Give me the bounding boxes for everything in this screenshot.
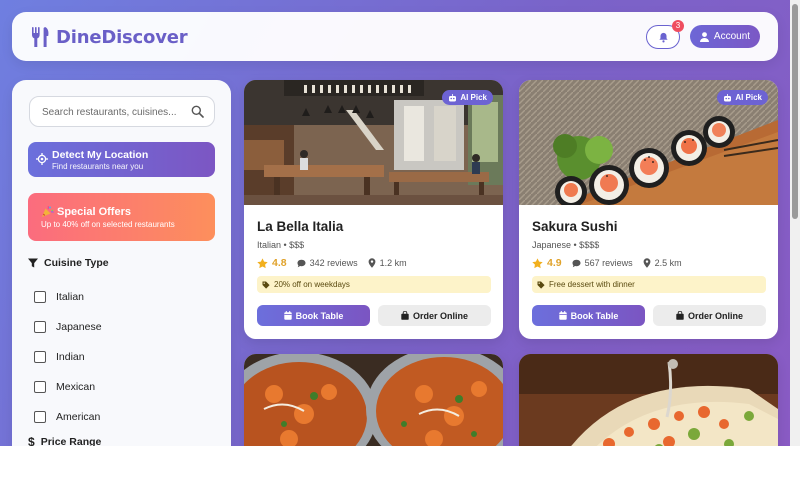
restaurant-photo bbox=[244, 354, 503, 446]
rating-value: 4.9 bbox=[547, 257, 562, 269]
brand-name: DineDiscover bbox=[56, 26, 188, 48]
shopping-bag-icon bbox=[676, 311, 684, 320]
deal-banner: Free dessert with dinner bbox=[532, 276, 766, 293]
star-icon bbox=[532, 257, 543, 268]
cuisine-option-mexican[interactable]: Mexican bbox=[34, 372, 102, 402]
order-online-button[interactable]: Order Online bbox=[653, 305, 766, 326]
restaurant-meta: 4.8 342 reviews 1.2 km bbox=[257, 256, 407, 270]
cuisine-option-label: American bbox=[56, 411, 101, 423]
restaurant-card[interactable] bbox=[519, 354, 778, 446]
restaurant-meta: 4.9 567 reviews 2.5 km bbox=[532, 256, 682, 270]
search-icon[interactable] bbox=[191, 105, 204, 118]
ai-pick-badge: AI Pick bbox=[442, 90, 493, 105]
restaurant-cuisine-price: Italian • $$$ bbox=[257, 240, 305, 250]
utensils-icon bbox=[32, 27, 49, 47]
book-table-button[interactable]: Book Table bbox=[257, 305, 370, 326]
shopping-bag-icon bbox=[401, 311, 409, 320]
restaurant-card[interactable]: AI Pick Sakura Sushi Japanese • $$$$ 4.9… bbox=[519, 80, 778, 339]
search-input[interactable] bbox=[42, 104, 192, 120]
checkbox[interactable] bbox=[34, 381, 46, 393]
special-offers-subtitle: Up to 40% off on selected restaurants bbox=[41, 220, 175, 229]
book-table-button[interactable]: Book Table bbox=[532, 305, 645, 326]
calendar-icon bbox=[283, 311, 292, 320]
price-range-label: Price Range bbox=[40, 436, 102, 446]
cuisine-option-label: Indian bbox=[56, 351, 85, 363]
restaurant-photo bbox=[519, 354, 778, 446]
order-online-label: Order Online bbox=[687, 310, 743, 321]
crosshair-icon bbox=[36, 153, 48, 165]
cuisine-type-heading: Cuisine Type bbox=[28, 256, 109, 270]
cuisine-option-indian[interactable]: Indian bbox=[34, 342, 102, 372]
notification-count-badge: 3 bbox=[672, 20, 684, 32]
detect-location-button[interactable]: Detect My Location Find restaurants near… bbox=[28, 142, 215, 177]
account-button[interactable]: Account bbox=[690, 25, 760, 48]
cuisine-option-label: Mexican bbox=[56, 381, 96, 393]
brand[interactable]: DineDiscover bbox=[30, 24, 188, 50]
cuisine-type-label: Cuisine Type bbox=[44, 257, 109, 269]
filter-icon bbox=[28, 258, 38, 268]
order-online-button[interactable]: Order Online bbox=[378, 305, 491, 326]
restaurant-card[interactable] bbox=[244, 354, 503, 446]
detect-location-subtitle: Find restaurants near you bbox=[52, 162, 144, 171]
tag-icon bbox=[262, 281, 270, 289]
calendar-icon bbox=[558, 311, 567, 320]
dollar-icon: $ bbox=[28, 435, 35, 446]
user-icon bbox=[699, 31, 709, 42]
cuisine-option-label: Japanese bbox=[56, 321, 102, 333]
scrollbar-thumb[interactable] bbox=[792, 4, 798, 219]
notifications-button[interactable]: 3 bbox=[646, 20, 684, 49]
distance: 1.2 km bbox=[379, 258, 407, 268]
robot-icon bbox=[449, 93, 457, 101]
filter-sidebar: Detect My Location Find restaurants near… bbox=[12, 80, 231, 446]
restaurant-name[interactable]: La Bella Italia bbox=[257, 219, 343, 234]
app-background: DineDiscover 3 Account Search restaurant… bbox=[0, 0, 790, 446]
checkbox[interactable] bbox=[34, 411, 46, 423]
cuisine-checkbox-list: Italian Japanese Indian Mexican American bbox=[34, 282, 102, 432]
checkbox[interactable] bbox=[34, 321, 46, 333]
party-popper-icon bbox=[42, 205, 54, 217]
restaurant-card[interactable]: AI Pick La Bella Italia Italian • $$$ 4.… bbox=[244, 80, 503, 339]
rating-value: 4.8 bbox=[272, 257, 287, 269]
review-count: 567 reviews bbox=[584, 258, 633, 268]
ai-pick-badge: AI Pick bbox=[717, 90, 768, 105]
page-scrollbar[interactable] bbox=[790, 0, 800, 446]
account-label: Account bbox=[713, 31, 751, 42]
map-pin-icon bbox=[643, 258, 651, 268]
deal-text: 20% off on weekdays bbox=[274, 280, 350, 289]
special-offers-banner[interactable]: Special Offers Up to 40% off on selected… bbox=[28, 193, 215, 241]
comment-icon bbox=[572, 259, 581, 267]
ai-pick-label: AI Pick bbox=[460, 93, 487, 102]
deal-text: Free dessert with dinner bbox=[549, 280, 635, 289]
robot-icon bbox=[724, 93, 732, 101]
special-offers-title: Special Offers bbox=[57, 206, 131, 218]
star-icon bbox=[257, 257, 268, 268]
restaurant-name[interactable]: Sakura Sushi bbox=[532, 219, 618, 234]
review-count: 342 reviews bbox=[309, 258, 358, 268]
cuisine-option-american[interactable]: American bbox=[34, 402, 102, 432]
deal-banner: 20% off on weekdays bbox=[257, 276, 491, 293]
order-online-label: Order Online bbox=[412, 310, 468, 321]
comment-icon bbox=[297, 259, 306, 267]
cuisine-option-italian[interactable]: Italian bbox=[34, 282, 102, 312]
book-table-label: Book Table bbox=[295, 310, 344, 321]
checkbox[interactable] bbox=[34, 291, 46, 303]
map-pin-icon bbox=[368, 258, 376, 268]
book-table-label: Book Table bbox=[570, 310, 619, 321]
ai-pick-label: AI Pick bbox=[735, 93, 762, 102]
tag-icon bbox=[537, 281, 545, 289]
distance: 2.5 km bbox=[654, 258, 682, 268]
top-header: DineDiscover 3 Account bbox=[12, 12, 778, 61]
cuisine-option-label: Italian bbox=[56, 291, 85, 303]
bell-icon bbox=[658, 32, 668, 42]
detect-location-title: Detect My Location bbox=[52, 149, 149, 161]
restaurant-cuisine-price: Japanese • $$$$ bbox=[532, 240, 600, 250]
cuisine-option-japanese[interactable]: Japanese bbox=[34, 312, 102, 342]
price-range-heading: $ Price Range bbox=[28, 435, 101, 446]
search-box bbox=[29, 96, 215, 127]
checkbox[interactable] bbox=[34, 351, 46, 363]
